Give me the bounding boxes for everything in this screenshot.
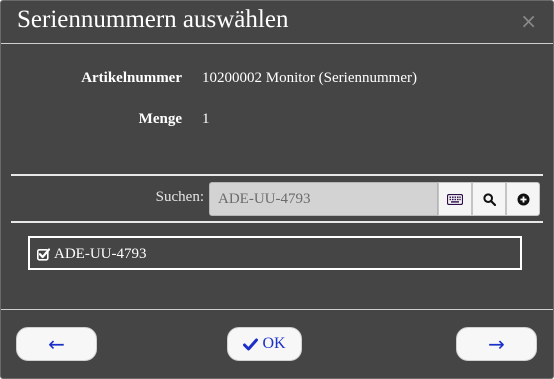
arrow-right-icon: → xyxy=(488,332,505,356)
ok-button[interactable]: OK xyxy=(227,327,302,361)
quantity-value: 1 xyxy=(202,111,210,127)
serial-list: ADE-UU-4793 xyxy=(28,236,522,270)
ok-label: OK xyxy=(262,335,286,352)
add-button[interactable] xyxy=(506,182,540,216)
serial-label: ADE-UU-4793 xyxy=(54,246,147,262)
search-input[interactable] xyxy=(209,182,438,216)
keyboard-icon xyxy=(447,193,463,205)
search-divider-bottom xyxy=(11,221,543,223)
article-number-value: 10200002 Monitor (Seriennummer) xyxy=(202,70,417,86)
title-divider xyxy=(1,43,553,44)
search-icon xyxy=(482,192,496,206)
serial-dialog: Seriennummern auswählen × Artikelnummer … xyxy=(0,0,554,379)
close-icon[interactable]: × xyxy=(520,10,537,32)
previous-button[interactable]: ← xyxy=(16,327,97,361)
add-icon xyxy=(517,193,529,205)
check-icon xyxy=(243,338,259,350)
checked-checkbox-icon[interactable] xyxy=(37,248,50,261)
keyboard-button[interactable] xyxy=(438,182,472,216)
search-button[interactable] xyxy=(472,182,506,216)
quantity-label: Menge xyxy=(138,111,182,127)
next-button[interactable]: → xyxy=(456,327,537,361)
article-number-label: Artikelnummer xyxy=(81,70,182,86)
arrow-left-icon: ← xyxy=(48,332,65,356)
list-item[interactable]: ADE-UU-4793 xyxy=(37,246,146,263)
footer-divider xyxy=(1,309,553,310)
search-divider-top xyxy=(11,174,543,176)
search-label: Suchen: xyxy=(155,189,204,205)
dialog-title: Seriennummern auswählen xyxy=(17,6,289,33)
